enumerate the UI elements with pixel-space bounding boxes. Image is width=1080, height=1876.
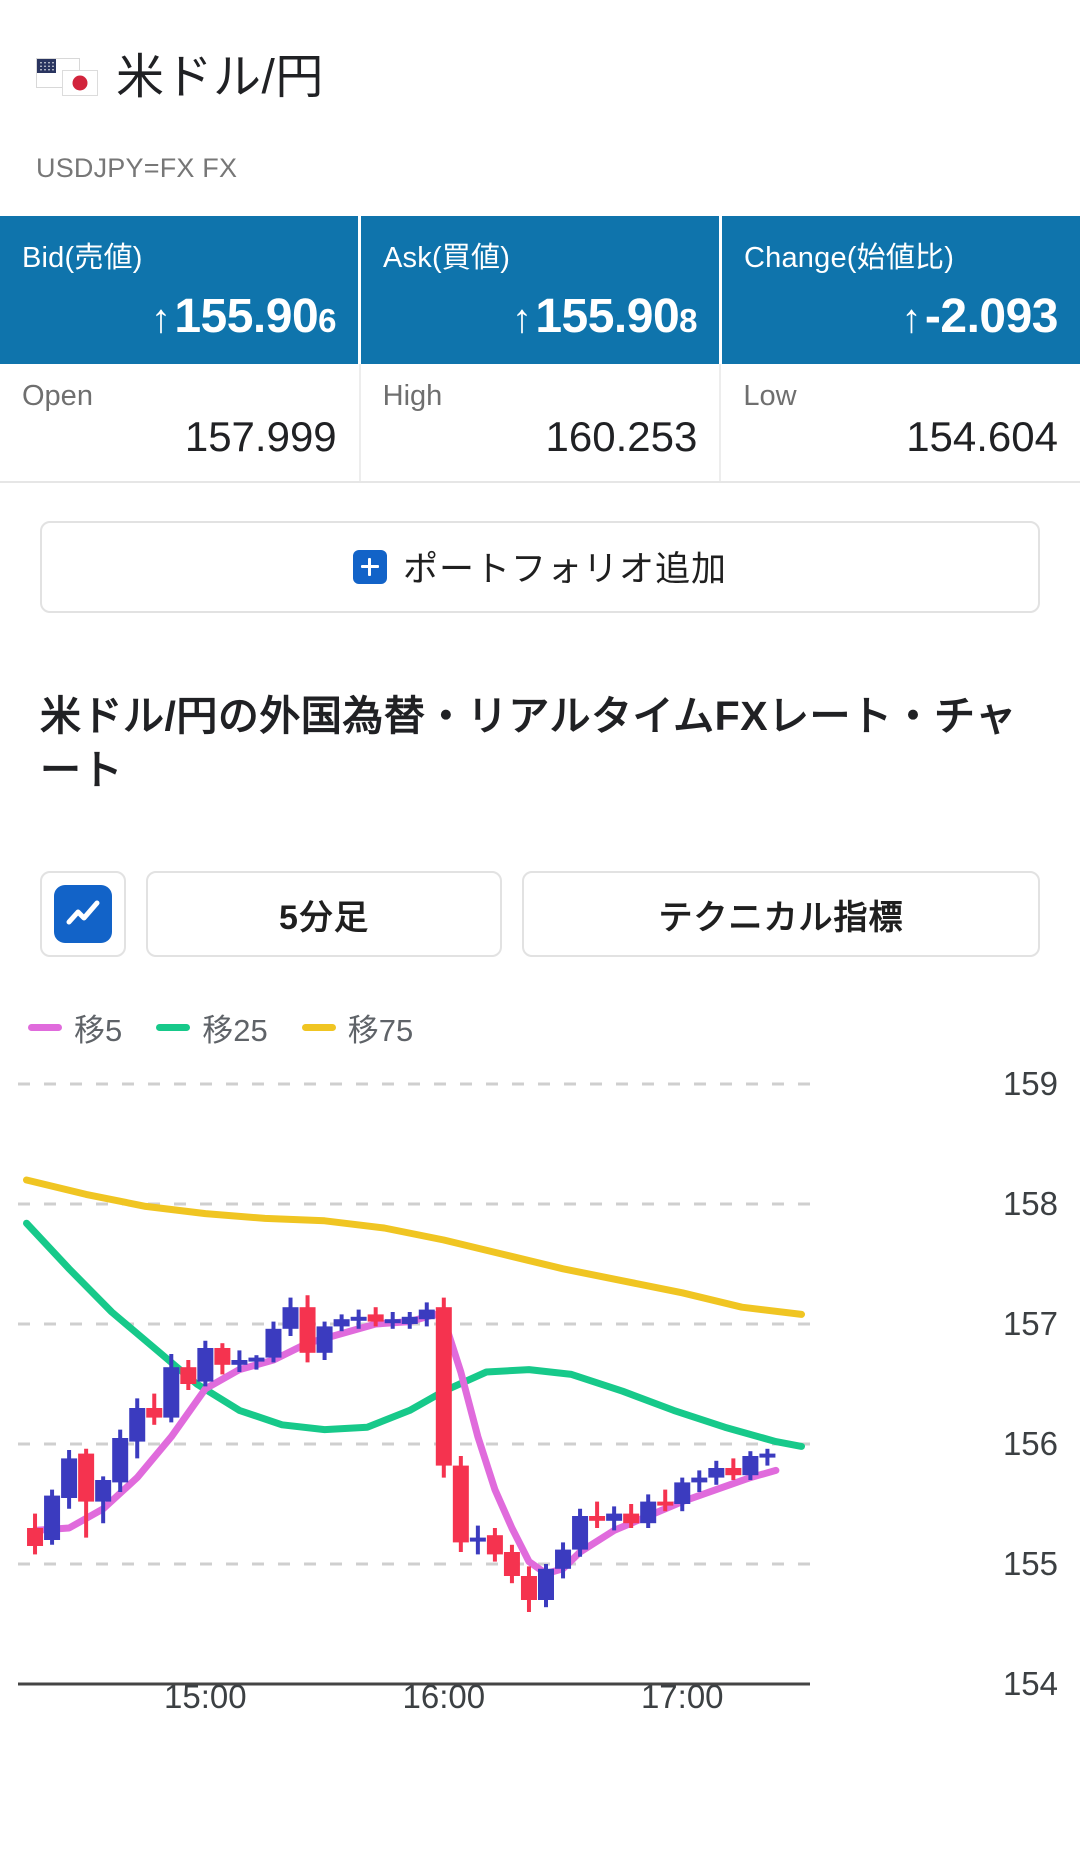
legend-swatch-ma25	[156, 1024, 191, 1032]
x-axis-labels: 15:00 16:00 17:00	[0, 1672, 1080, 1732]
x-axis-tick: 17:00	[640, 1678, 724, 1716]
ohl-cell-high: High 160.253	[358, 363, 720, 481]
quote-sub-bid: 6	[318, 301, 336, 339]
technical-indicator-button[interactable]: テクニカル指標	[522, 871, 1040, 958]
quote-label-change: Change(始値比)	[744, 241, 955, 274]
chart-type-button[interactable]	[40, 871, 126, 958]
quote-value-ask: ↑155.908	[383, 289, 698, 344]
y-axis-tick: 155	[1002, 1545, 1058, 1583]
quote-main-change: -2.093	[924, 289, 1059, 343]
legend-swatch-ma75	[301, 1024, 336, 1032]
y-axis-tick: 157	[1002, 1305, 1058, 1343]
quote-label-bid: Bid(売値)	[22, 241, 143, 274]
line-chart-icon	[54, 885, 112, 944]
ohl-label-open: Open	[22, 379, 93, 412]
title-row: 米ドル/円	[36, 18, 1044, 139]
chart-controls: 5分足 テクニカル指標	[0, 831, 1080, 958]
quote-value-change: ↑-2.093	[744, 289, 1058, 344]
ohl-value-open: 157.999	[184, 412, 337, 460]
symbol-subtitle: USDJPY=FX FX	[36, 152, 238, 183]
quote-cell-change: Change(始値比) ↑-2.093	[719, 215, 1080, 364]
legend-label-ma75: 移75	[347, 1013, 414, 1049]
legend-swatch-ma5	[28, 1024, 62, 1032]
currency-pair-flags	[36, 56, 98, 100]
quote-panel: Bid(売値) ↑155.906 Ask(買値) ↑155.908 Change…	[0, 215, 1080, 483]
quote-sub-ask: 8	[679, 301, 697, 339]
quote-ohl-row: Open 157.999 High 160.253 Low 154.604	[0, 363, 1080, 483]
up-arrow-icon: ↑	[150, 296, 171, 341]
quote-label-ask: Ask(買値)	[383, 241, 511, 274]
legend-label-ma5: 移5	[74, 1013, 123, 1049]
interval-button[interactable]: 5分足	[146, 871, 502, 958]
y-axis-labels: 159 158 157 156 155 154	[940, 1065, 1080, 1732]
x-axis-tick: 15:00	[164, 1678, 247, 1716]
quote-primary-row: Bid(売値) ↑155.906 Ask(買値) ↑155.908 Change…	[0, 215, 1080, 364]
ohl-cell-low: Low 154.604	[719, 363, 1080, 481]
quote-cell-bid: Bid(売値) ↑155.906	[0, 215, 358, 364]
up-arrow-icon: ↑	[901, 296, 921, 341]
jp-flag-icon	[62, 70, 98, 97]
chart-canvas	[18, 1082, 810, 1686]
portfolio-section: ポートフォリオ追加	[0, 483, 1080, 613]
y-axis-tick: 156	[1002, 1425, 1058, 1463]
up-arrow-icon: ↑	[511, 296, 532, 341]
ohl-value-low: 154.604	[906, 412, 1059, 460]
chart-legend: 移5 移25 移75	[0, 957, 1080, 1050]
quote-main-bid: 155.90	[174, 289, 319, 343]
quote-value-bid: ↑155.906	[22, 289, 337, 344]
ohl-cell-open: Open 157.999	[0, 364, 359, 481]
y-axis-tick: 159	[1002, 1065, 1058, 1103]
chart-section-heading: 米ドル/円の外国為替・リアルタイムFXレート・チャート	[40, 692, 1017, 794]
ohl-label-low: Low	[743, 379, 797, 412]
ohl-label-high: High	[382, 379, 443, 412]
legend-item-ma25[interactable]: 移25	[156, 1005, 268, 1050]
price-chart[interactable]: 159 158 157 156 155 154 15:00 16:00 17:00	[0, 1065, 1080, 1732]
x-axis-tick: 16:00	[402, 1678, 486, 1716]
quote-main-ask: 155.90	[535, 289, 680, 343]
y-axis-tick: 158	[1002, 1185, 1058, 1223]
add-to-portfolio-label: ポートフォリオ追加	[402, 550, 727, 590]
add-to-portfolio-button[interactable]: ポートフォリオ追加	[40, 520, 1040, 613]
quote-cell-ask: Ask(買値) ↑155.908	[358, 215, 719, 364]
page-header: 米ドル/円 USDJPY=FX FX	[0, 0, 1080, 184]
legend-item-ma75[interactable]: 移75	[301, 1005, 414, 1050]
page-title: 米ドル/円	[116, 51, 324, 105]
legend-item-ma5[interactable]: 移5	[28, 1005, 122, 1050]
ohl-value-high: 160.253	[545, 412, 698, 460]
plus-square-icon	[352, 549, 387, 584]
legend-label-ma25: 移25	[202, 1013, 268, 1049]
